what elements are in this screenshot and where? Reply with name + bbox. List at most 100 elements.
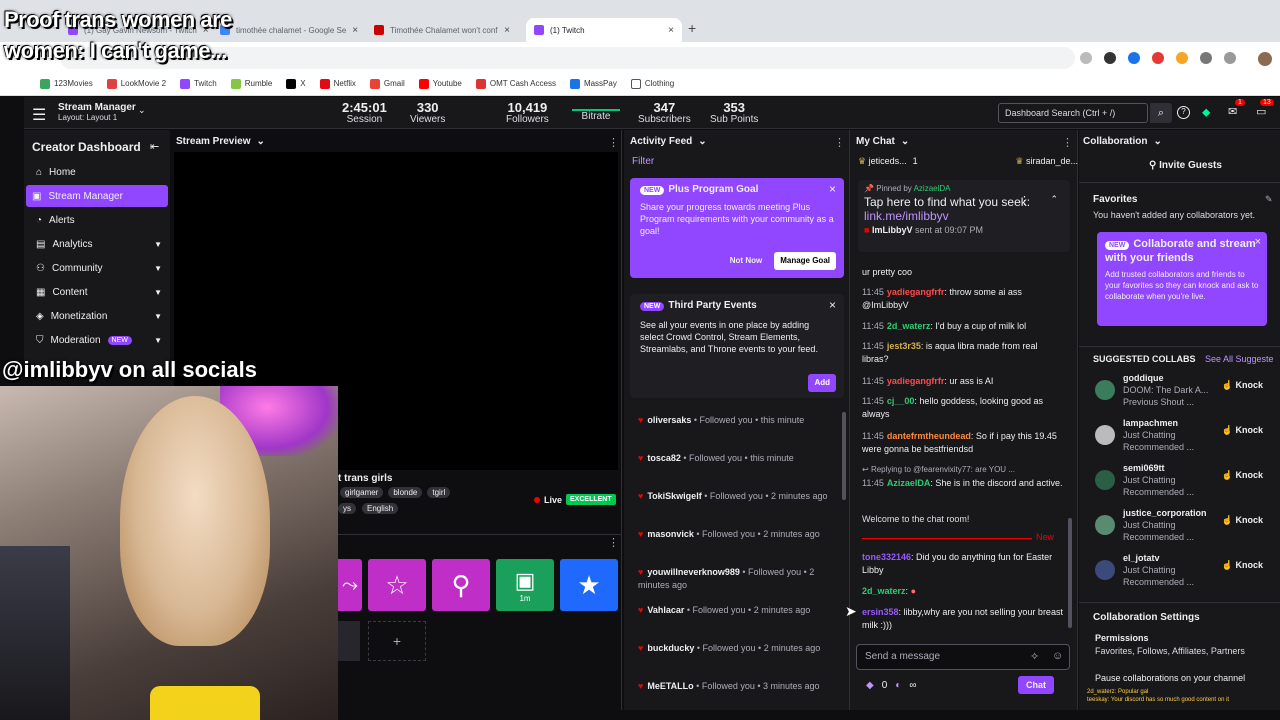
- search-icon[interactable]: ⌕: [1150, 103, 1172, 123]
- more-options-icon[interactable]: ⋮: [1019, 194, 1030, 207]
- tab-2[interactable]: timothée chalamet - Google Se ×: [212, 18, 362, 42]
- pause-collabs-setting[interactable]: Pause collaborations on your channel: [1095, 673, 1245, 683]
- see-all-link[interactable]: See All Suggeste: [1205, 354, 1274, 364]
- bookmark[interactable]: Youtube: [418, 78, 462, 89]
- sidebar-item-monetization[interactable]: ◈ Monetization ▼: [30, 305, 170, 327]
- quick-action-raid[interactable]: ⤳: [338, 559, 362, 611]
- edit-icon[interactable]: ✎: [1265, 194, 1273, 205]
- follow-event[interactable]: ♥ buckducky • Followed you • 2 minutes ag…: [638, 642, 834, 655]
- whispers-icon[interactable]: ▭: [1256, 105, 1266, 118]
- close-icon[interactable]: ×: [668, 25, 674, 36]
- sidebar-item-stream-manager[interactable]: ▣ Stream Manager: [26, 185, 168, 207]
- bookmark[interactable]: LookMovie 2: [106, 78, 166, 89]
- stream-preview-header[interactable]: Stream Preview ⌄: [176, 136, 265, 147]
- tag[interactable]: ys: [338, 503, 356, 514]
- suggested-collab[interactable]: justice_corporation Just Chatting Recommen…: [1091, 507, 1277, 547]
- chevron-down-icon[interactable]: ⌄: [138, 105, 146, 116]
- not-now-button[interactable]: Not Now: [724, 253, 768, 269]
- dashboard-search-input[interactable]: Dashboard Search (Ctrl + /): [998, 103, 1148, 123]
- close-icon[interactable]: ×: [829, 299, 836, 311]
- extension-icon[interactable]: [1080, 52, 1092, 64]
- pinned-message[interactable]: 📌 Pinned by AzizaelDA Tap here to find w…: [858, 180, 1070, 252]
- quick-action-ad[interactable]: ▣ 1m: [496, 559, 554, 611]
- inbox-icon[interactable]: ✉: [1228, 105, 1237, 118]
- suggested-collab[interactable]: semi069tt Just Chatting Recommended ... ☝ …: [1091, 462, 1277, 502]
- bookmark[interactable]: Netflix: [319, 78, 356, 89]
- sidebar-item-alerts[interactable]: ◔ Alerts: [30, 209, 170, 231]
- follow-event[interactable]: ♥ TokiSkwigelf • Followed you • 2 minutes…: [638, 490, 834, 503]
- scrollbar[interactable]: [842, 412, 846, 500]
- language-tag[interactable]: English: [362, 503, 399, 514]
- close-icon[interactable]: ×: [1255, 236, 1261, 248]
- close-icon[interactable]: ×: [829, 183, 836, 195]
- filter-link[interactable]: Filter: [632, 156, 654, 167]
- quick-action-add-follower[interactable]: ⚲: [432, 559, 490, 611]
- extension-icon[interactable]: [1176, 52, 1188, 64]
- extension-icon[interactable]: [1128, 52, 1140, 64]
- more-options-icon[interactable]: ⋮: [608, 136, 619, 149]
- channel-points[interactable]: ◆ 0 ◐ ∞: [866, 680, 916, 691]
- suggested-collab[interactable]: goddique DOOM: The Dark A... Previous Shou…: [1091, 372, 1277, 412]
- sidebar-item-content[interactable]: ▦ Content ▼: [30, 281, 170, 303]
- new-tab-button[interactable]: +: [688, 20, 696, 36]
- sidebar-item-moderation[interactable]: ⛉ Moderation NEW ▼: [30, 329, 170, 351]
- follow-event[interactable]: ♥ oliversaks • Followed you • this minute: [638, 414, 834, 427]
- collapse-icon[interactable]: ⇤: [150, 140, 159, 153]
- chat-button[interactable]: Chat: [1018, 676, 1054, 694]
- help-icon[interactable]: ?: [1177, 106, 1190, 119]
- suggested-collab[interactable]: el_jotatv Just Chatting Recommended ... ☝ …: [1091, 552, 1277, 592]
- tag[interactable]: blonde: [388, 487, 423, 498]
- quick-action-tile[interactable]: [338, 621, 360, 661]
- sidebar-item-analytics[interactable]: ▤ Analytics ▼: [30, 233, 170, 255]
- extension-icon[interactable]: [1224, 52, 1236, 64]
- more-options-icon[interactable]: ⋮: [1062, 136, 1073, 149]
- tab-4[interactable]: (1) Twitch ×: [526, 18, 682, 42]
- close-icon[interactable]: ×: [504, 25, 510, 36]
- manage-goal-button[interactable]: Manage Goal: [774, 252, 836, 270]
- bookmark[interactable]: OMT Cash Access: [475, 78, 556, 89]
- knock-button[interactable]: ☝ Knock: [1222, 380, 1263, 391]
- follow-event[interactable]: ♥ youwillneverknow989 • Followed you • 2 …: [638, 566, 834, 592]
- tag[interactable]: tgirl: [427, 487, 451, 498]
- knock-button[interactable]: ☝ Knock: [1222, 425, 1263, 436]
- follow-event[interactable]: ♥ MeETALLo • Followed you • 3 minutes ago: [638, 680, 834, 693]
- add-quick-action-button[interactable]: +: [368, 621, 426, 661]
- permissions-value[interactable]: Favorites, Follows, Affiliates, Partners: [1095, 646, 1245, 656]
- add-button[interactable]: Add: [808, 374, 836, 392]
- profile-avatar[interactable]: [1258, 52, 1272, 66]
- more-options-icon[interactable]: ⋮: [834, 136, 845, 149]
- collaboration-header[interactable]: Collaboration ⌄: [1083, 136, 1162, 147]
- invite-guests-button[interactable]: ⚲ Invite Guests: [1149, 160, 1222, 171]
- bookmark[interactable]: Rumble: [230, 78, 272, 89]
- menu-icon[interactable]: ☰: [32, 105, 46, 125]
- sidebar-item-community[interactable]: ⚇ Community ▼: [30, 257, 170, 279]
- close-icon[interactable]: ×: [352, 25, 358, 36]
- bookmark[interactable]: MassPay: [569, 78, 617, 89]
- top-chatter[interactable]: ♛ siradan_de...: [1015, 156, 1078, 167]
- bits-icon[interactable]: ✧: [1030, 650, 1039, 663]
- tag[interactable]: girlgamer: [340, 487, 384, 498]
- bookmark-folder[interactable]: Clothing: [630, 78, 674, 89]
- suggested-collab[interactable]: lampachmen Just Chatting Recommended ... ☝…: [1091, 417, 1277, 457]
- tab-3[interactable]: Timothée Chalamet won't conf ×: [366, 18, 518, 42]
- quick-action-shoutout[interactable]: ☆: [368, 559, 426, 611]
- top-chatter[interactable]: ♛ jeticeds...: [858, 156, 907, 167]
- bookmark[interactable]: 123Movies: [40, 78, 93, 89]
- bits-icon[interactable]: ⬥: [1202, 105, 1210, 120]
- extension-icon[interactable]: [1200, 52, 1212, 64]
- bookmark[interactable]: X: [286, 78, 306, 89]
- activity-feed-header[interactable]: Activity Feed ⌄: [630, 136, 707, 147]
- pinned-link[interactable]: link.me/imlibbyv: [864, 209, 949, 223]
- knock-button[interactable]: ☝ Knock: [1222, 515, 1263, 526]
- quick-action-highlight[interactable]: ★: [560, 559, 618, 611]
- more-options-icon[interactable]: ⋮: [608, 536, 619, 549]
- emote-picker-icon[interactable]: ☺: [1052, 650, 1063, 662]
- follow-event[interactable]: ♥ masonvick • Followed you • 2 minutes ag…: [638, 528, 834, 541]
- sidebar-item-home[interactable]: ⌂ Home: [30, 161, 170, 183]
- extension-icon[interactable]: [1104, 52, 1116, 64]
- extension-icon[interactable]: [1152, 52, 1164, 64]
- follow-event[interactable]: ♥ Vahlacar • Followed you • 2 minutes ago: [638, 604, 834, 617]
- layout-selector[interactable]: Stream Manager Layout: Layout 1: [58, 102, 136, 122]
- bookmark[interactable]: Twitch: [180, 78, 217, 89]
- chevron-up-icon[interactable]: ⌃: [1050, 194, 1058, 205]
